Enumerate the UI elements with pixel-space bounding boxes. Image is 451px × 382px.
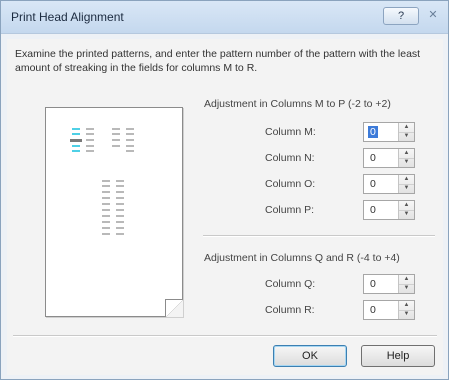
spin-down-icon[interactable]: ▼ (399, 284, 414, 293)
help-button[interactable]: Help (361, 345, 435, 367)
spin-buttons: ▲ ▼ (398, 149, 414, 167)
pattern-mark (102, 209, 110, 211)
spin-down-icon[interactable]: ▼ (399, 132, 414, 141)
pattern-mark (116, 180, 124, 182)
spin-down-icon[interactable]: ▼ (399, 210, 414, 219)
pattern-mark (102, 197, 110, 199)
group1-title: Adjustment in Columns M to P (-2 to +2) (204, 98, 391, 110)
column-m-stepper[interactable]: 0 ▲ ▼ (363, 122, 415, 142)
column-m-label: Column M: (265, 126, 316, 138)
pattern-mark (72, 128, 80, 130)
help-icon[interactable]: ? (383, 7, 419, 25)
column-n-value[interactable]: 0 (370, 152, 376, 164)
column-q-stepper[interactable]: 0 ▲ ▼ (363, 274, 415, 294)
column-r-label: Column R: (265, 304, 315, 316)
print-head-alignment-dialog: Print Head Alignment ? ✕ Examine the pri… (0, 0, 449, 380)
close-icon[interactable]: ✕ (421, 7, 445, 25)
pattern-mark (72, 145, 80, 147)
group-divider (203, 235, 435, 237)
pattern-mark (86, 150, 94, 152)
pattern-mark (126, 139, 134, 141)
column-o-value[interactable]: 0 (370, 178, 376, 190)
spin-down-icon[interactable]: ▼ (399, 310, 414, 319)
pattern-mark (116, 191, 124, 193)
dialog-body: Examine the printed patterns, and enter … (7, 39, 443, 375)
pattern-mark (86, 128, 94, 130)
pattern-mark (86, 133, 94, 135)
pattern-mark (116, 209, 124, 211)
spin-buttons: ▲ ▼ (398, 301, 414, 319)
column-p-value[interactable]: 0 (370, 204, 376, 216)
column-p-stepper[interactable]: 0 ▲ ▼ (363, 200, 415, 220)
pattern-mark (116, 197, 124, 199)
column-o-label: Column O: (265, 178, 316, 190)
pattern-mark (126, 133, 134, 135)
pattern-mark (102, 185, 110, 187)
pattern-mark (102, 203, 110, 205)
column-o-stepper[interactable]: 0 ▲ ▼ (363, 174, 415, 194)
pattern-mark (116, 233, 124, 235)
footer-divider (13, 335, 437, 337)
group2-title: Adjustment in Columns Q and R (-4 to +4) (204, 252, 400, 264)
spin-buttons: ▲ ▼ (398, 123, 414, 141)
pattern-mark (112, 139, 120, 141)
spin-buttons: ▲ ▼ (398, 201, 414, 219)
pattern-mark (116, 221, 124, 223)
pattern-mark (102, 221, 110, 223)
spin-down-icon[interactable]: ▼ (399, 158, 414, 167)
pattern-mark (102, 227, 110, 229)
pattern-mark (112, 145, 120, 147)
pattern-mark (126, 145, 134, 147)
instructions-text: Examine the printed patterns, and enter … (15, 48, 421, 74)
pattern-mark (102, 191, 110, 193)
window-title: Print Head Alignment (11, 10, 124, 24)
pattern-mark (116, 203, 124, 205)
pattern-mark (116, 185, 124, 187)
pattern-mark (72, 150, 80, 152)
page-fold-corner (165, 299, 183, 317)
spin-down-icon[interactable]: ▼ (399, 184, 414, 193)
pattern-mark (86, 139, 94, 141)
column-q-label: Column Q: (265, 278, 316, 290)
column-m-value[interactable]: 0 (368, 126, 378, 138)
pattern-mark (86, 145, 94, 147)
spin-buttons: ▲ ▼ (398, 175, 414, 193)
pattern-mark (116, 227, 124, 229)
pattern-mark (70, 139, 82, 142)
pattern-mark (72, 133, 80, 135)
pattern-mark (126, 128, 134, 130)
column-r-value[interactable]: 0 (370, 304, 376, 316)
pattern-mark (102, 215, 110, 217)
ok-button[interactable]: OK (273, 345, 347, 367)
pattern-mark (126, 150, 134, 152)
pattern-mark (112, 128, 120, 130)
pattern-mark (112, 133, 120, 135)
spin-buttons: ▲ ▼ (398, 275, 414, 293)
pattern-mark (102, 233, 110, 235)
pattern-mark (102, 180, 110, 182)
column-n-label: Column N: (265, 152, 315, 164)
title-bar[interactable]: Print Head Alignment ? ✕ (1, 1, 448, 34)
column-p-label: Column P: (265, 204, 315, 216)
pattern-preview (45, 107, 183, 317)
column-q-value[interactable]: 0 (370, 278, 376, 290)
column-r-stepper[interactable]: 0 ▲ ▼ (363, 300, 415, 320)
pattern-mark (116, 215, 124, 217)
column-n-stepper[interactable]: 0 ▲ ▼ (363, 148, 415, 168)
